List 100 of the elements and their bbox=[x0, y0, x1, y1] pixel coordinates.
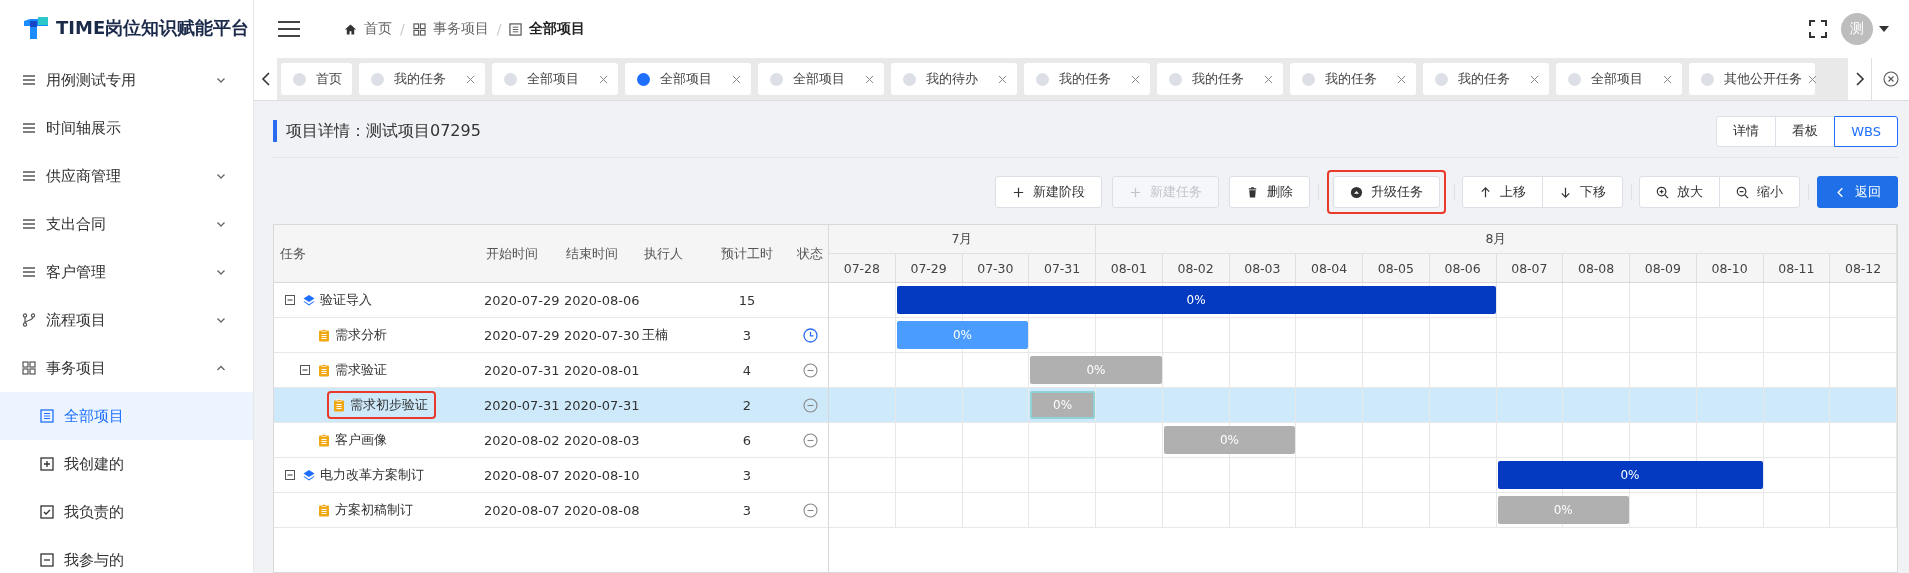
toolbar-button[interactable]: 放大 bbox=[1639, 176, 1720, 208]
task-name: 客户画像 bbox=[335, 431, 387, 449]
day-header: 08-11 bbox=[1763, 254, 1831, 282]
table-row[interactable]: 需求初步验证 2020-07-31 2020-07-31 2 bbox=[274, 388, 828, 423]
breadcrumb-item[interactable]: 事务项目 bbox=[412, 20, 489, 38]
gantt-bar[interactable]: 0% bbox=[1497, 461, 1763, 489]
table-row[interactable]: 客户画像 2020-08-02 2020-08-03 6 bbox=[274, 423, 828, 458]
day-header: 08-01 bbox=[1096, 254, 1163, 282]
up-arrow-icon bbox=[1479, 185, 1492, 199]
close-icon[interactable] bbox=[998, 74, 1007, 84]
toolbar-button[interactable]: 上移 bbox=[1462, 176, 1543, 208]
sidebar-item[interactable]: 时间轴展示 bbox=[0, 104, 253, 152]
caret-icon[interactable] bbox=[1879, 25, 1889, 33]
sidebar-subitem[interactable]: 我创建的 bbox=[0, 440, 253, 488]
tab[interactable]: 全部项目 bbox=[1556, 63, 1682, 95]
close-all-button[interactable] bbox=[1871, 58, 1909, 100]
branch-icon bbox=[22, 313, 36, 327]
tab[interactable]: 全部项目 bbox=[758, 63, 884, 95]
sidebar-item[interactable]: 支出合同 bbox=[0, 200, 253, 248]
minus-square-icon bbox=[40, 553, 54, 567]
toolbar-button[interactable]: 下移 bbox=[1542, 176, 1623, 208]
day-header: 07-29 bbox=[895, 254, 963, 282]
list-icon bbox=[509, 22, 523, 36]
table-row[interactable]: 需求分析 2020-07-29 2020-07-30 王楠 3 bbox=[274, 318, 828, 353]
plus-icon bbox=[1012, 185, 1025, 199]
gantt-bar[interactable]: 0% bbox=[896, 286, 1496, 314]
tab[interactable]: 我的任务 bbox=[359, 63, 485, 95]
sidebar-item[interactable]: 用例测试专用 bbox=[0, 56, 253, 104]
sidebar-subitem[interactable]: 我参与的 bbox=[0, 536, 253, 573]
close-icon[interactable] bbox=[599, 74, 608, 84]
table-cell-text: 3 bbox=[741, 327, 753, 343]
column-header: 开始时间 bbox=[485, 244, 539, 263]
tab[interactable]: 全部项目 bbox=[625, 63, 751, 95]
tab-dot-icon bbox=[770, 72, 783, 86]
down-arrow-icon bbox=[1559, 185, 1572, 199]
tab-dot-icon bbox=[293, 72, 306, 86]
sidebar-item[interactable]: 流程项目 bbox=[0, 296, 253, 344]
table-cell-text: 4 bbox=[741, 362, 753, 378]
breadcrumb-separator: / bbox=[400, 21, 405, 37]
toolbar-button[interactable]: 返回 bbox=[1817, 176, 1898, 208]
grid-icon bbox=[412, 22, 426, 36]
tab[interactable]: 我的待办 bbox=[891, 63, 1017, 95]
task-name: 需求分析 bbox=[335, 326, 387, 344]
menu-icon[interactable] bbox=[278, 20, 300, 38]
close-icon[interactable] bbox=[732, 74, 741, 84]
close-icon[interactable] bbox=[466, 74, 475, 84]
close-icon[interactable] bbox=[1808, 74, 1817, 84]
column-header: 预计工时 bbox=[720, 244, 774, 263]
sidebar-subitem[interactable]: 我负责的 bbox=[0, 488, 253, 536]
table-cell-text: 3 bbox=[741, 502, 753, 518]
day-header: 08-07 bbox=[1496, 254, 1564, 282]
view-toggle[interactable]: WBS bbox=[1834, 115, 1898, 147]
collapse-icon[interactable] bbox=[300, 365, 310, 375]
scroll-right-button[interactable] bbox=[1848, 58, 1871, 100]
tab[interactable]: 全部项目 bbox=[492, 63, 618, 95]
close-icon[interactable] bbox=[1397, 74, 1406, 84]
tab[interactable]: 我的任务 bbox=[1024, 63, 1150, 95]
breadcrumb-item[interactable]: 首页 bbox=[344, 20, 392, 38]
plus-square-icon bbox=[40, 457, 54, 471]
tab-dot-icon bbox=[1435, 72, 1448, 86]
sidebar-item[interactable]: 客户管理 bbox=[0, 248, 253, 296]
view-toggle[interactable]: 详情 bbox=[1716, 115, 1777, 147]
close-icon[interactable] bbox=[1530, 74, 1539, 84]
day-header: 08-05 bbox=[1363, 254, 1430, 282]
toolbar-button[interactable]: 删除 bbox=[1229, 176, 1310, 208]
tab[interactable]: 我的任务 bbox=[1157, 63, 1283, 95]
view-toggle[interactable]: 看板 bbox=[1775, 115, 1836, 147]
toolbar-button[interactable]: 升级任务 bbox=[1333, 176, 1440, 208]
close-icon[interactable] bbox=[1264, 74, 1273, 84]
table-row[interactable]: 验证导入 2020-07-29 2020-08-06 15 bbox=[274, 283, 828, 318]
fullscreen-icon[interactable] bbox=[1809, 20, 1827, 38]
table-row[interactable]: 电力改革方案制订 2020-08-07 2020-08-10 3 bbox=[274, 458, 828, 493]
sidebar-subitem[interactable]: 全部项目 bbox=[0, 392, 253, 440]
table-row[interactable]: 方案初稿制订 2020-08-07 2020-08-08 3 bbox=[274, 493, 828, 528]
table-cell-text: 2020-08-01 bbox=[563, 362, 638, 378]
sidebar-item[interactable]: 供应商管理 bbox=[0, 152, 253, 200]
toolbar-button[interactable]: 新建阶段 bbox=[995, 176, 1102, 208]
close-icon[interactable] bbox=[1663, 74, 1672, 84]
checkbox-icon bbox=[40, 505, 54, 519]
month-header: 8月 bbox=[1096, 225, 1897, 253]
collapse-icon[interactable] bbox=[285, 295, 295, 305]
close-icon[interactable] bbox=[1131, 74, 1140, 84]
sidebar-item[interactable]: 事务项目 bbox=[0, 344, 253, 392]
breadcrumb-item[interactable]: 全部项目 bbox=[509, 20, 586, 38]
clipboard-icon bbox=[318, 433, 330, 447]
table-cell-text: 2020-07-31 bbox=[563, 397, 638, 413]
lines-icon bbox=[22, 265, 36, 279]
collapse-icon[interactable] bbox=[285, 470, 295, 480]
column-header: 状态 bbox=[796, 244, 824, 263]
close-icon[interactable] bbox=[865, 74, 874, 84]
toolbar-button[interactable]: 缩小 bbox=[1719, 176, 1800, 208]
scroll-left-button[interactable] bbox=[254, 58, 277, 100]
table-cell-text: 2020-07-31 bbox=[483, 362, 560, 378]
table-cell-text: 2020-07-29 bbox=[483, 327, 560, 343]
tab[interactable]: 其他公开任务 bbox=[1689, 63, 1815, 95]
table-cell-text: 2020-08-10 bbox=[563, 467, 638, 483]
tab[interactable]: 我的任务 bbox=[1423, 63, 1549, 95]
tab[interactable]: 首页 bbox=[281, 63, 352, 95]
day-header: 08-06 bbox=[1429, 254, 1497, 282]
tab[interactable]: 我的任务 bbox=[1290, 63, 1416, 95]
